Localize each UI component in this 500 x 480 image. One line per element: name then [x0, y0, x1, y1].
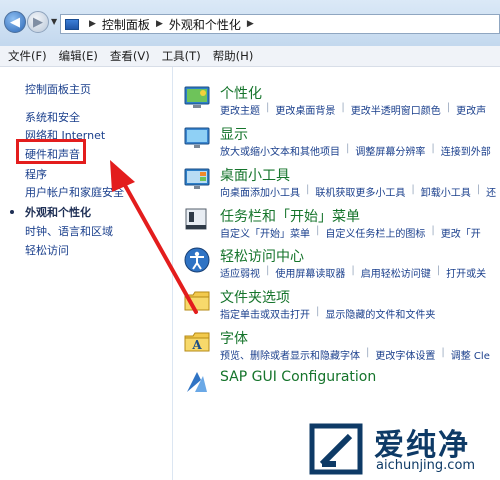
breadcrumb-separator-icon[interactable]: ▶ — [89, 19, 96, 29]
breadcrumb-appearance[interactable]: 外观和个性化 — [169, 16, 241, 33]
category-links-taskbar: 自定义「开始」菜单 | 自定义任务栏上的图标 | 更改「开 — [220, 225, 481, 240]
sidebar-item-user-accounts[interactable]: 用户帐户和家庭安全 — [25, 184, 124, 200]
control-panel-icon — [65, 18, 79, 30]
category-links-fonts: 预览、删除或者显示和隐藏字体 | 更改字体设置 | 调整 Cle — [220, 347, 490, 362]
link-restore-gadgets[interactable]: 还 — [486, 184, 496, 199]
ease-of-access-icon[interactable] — [183, 246, 211, 274]
personalization-icon[interactable] — [183, 84, 211, 112]
link-adjust-cleartype[interactable]: 调整 Cle — [451, 347, 490, 362]
link-change-sounds[interactable]: 更改声 — [456, 102, 486, 117]
sidebar-item-system-security[interactable]: 系统和安全 — [25, 109, 80, 125]
current-page-bullet-icon — [10, 210, 14, 214]
link-change-window-color[interactable]: 更改半透明窗口颜色 — [351, 102, 441, 117]
menu-tools[interactable]: 工具(T) — [156, 48, 207, 64]
link-add-gadgets[interactable]: 向桌面添加小工具 — [220, 184, 300, 199]
menu-edit[interactable]: 编辑(E) — [53, 48, 104, 64]
sidebar-item-appearance: 外观和个性化 — [25, 206, 91, 219]
category-links-ease-of-access: 适应弱视 | 使用屏幕读取器 | 启用轻松访问键 | 打开或关 — [220, 265, 487, 280]
folder-options-icon[interactable] — [183, 287, 211, 315]
category-links-personalization: 更改主题 | 更改桌面背景 | 更改半透明窗口颜色 | 更改声 — [220, 102, 487, 117]
category-title-ease-of-access[interactable]: 轻松访问中心 — [220, 246, 304, 266]
category-links-gadgets: 向桌面添加小工具 | 联机获取更多小工具 | 卸载小工具 | 还 — [220, 184, 497, 199]
link-uninstall-gadget[interactable]: 卸载小工具 — [421, 184, 471, 199]
category-title-taskbar[interactable]: 任务栏和「开始」菜单 — [220, 206, 360, 226]
link-change-start-picture[interactable]: 更改「开 — [441, 225, 481, 240]
sidebar-item-home[interactable]: 控制面板主页 — [25, 81, 91, 97]
menu-file[interactable]: 文件(F) — [0, 48, 53, 64]
breadcrumb-separator-icon[interactable]: ▶ — [156, 19, 163, 29]
link-low-vision[interactable]: 适应弱视 — [220, 265, 260, 280]
link-zoom-text[interactable]: 放大或缩小文本和其他项目 — [220, 143, 340, 158]
sidebar: 控制面板主页 系统和安全 网络和 Internet 硬件和声音 程序 用户帐户和… — [0, 67, 173, 480]
taskbar-icon[interactable] — [183, 206, 211, 234]
link-single-double-click[interactable]: 指定单击或双击打开 — [220, 306, 310, 321]
link-enable-ease-keys[interactable]: 启用轻松访问键 — [361, 265, 431, 280]
category-title-display[interactable]: 显示 — [220, 124, 248, 144]
category-title-sap-gui[interactable]: SAP GUI Configuration — [220, 369, 376, 385]
watermark-url: aichunjing.com — [376, 458, 476, 473]
category-title-gadgets[interactable]: 桌面小工具 — [220, 165, 290, 185]
breadcrumb-separator-icon[interactable]: ▶ — [247, 19, 254, 29]
link-show-hidden-files[interactable]: 显示隐藏的文件和文件夹 — [325, 306, 435, 321]
link-screen-reader[interactable]: 使用屏幕读取器 — [275, 265, 345, 280]
history-dropdown-icon[interactable]: ▼ — [51, 17, 57, 26]
sidebar-item-clock-language[interactable]: 时钟、语言和区域 — [25, 223, 113, 239]
category-title-fonts[interactable]: 字体 — [220, 328, 248, 348]
link-change-desktop-background[interactable]: 更改桌面背景 — [275, 102, 335, 117]
link-preview-fonts[interactable]: 预览、删除或者显示和隐藏字体 — [220, 347, 360, 362]
display-icon[interactable] — [183, 124, 211, 152]
category-links-display: 放大或缩小文本和其他项目 | 调整屏幕分辨率 | 连接到外部 — [220, 143, 491, 158]
back-arrow-icon: ◀ — [10, 14, 20, 30]
watermark-logo-icon — [309, 423, 363, 475]
link-connect-external[interactable]: 连接到外部 — [441, 143, 491, 158]
watermark: 爱纯净 aichunjing.com — [302, 418, 500, 480]
menu-help[interactable]: 帮助(H) — [207, 48, 260, 64]
category-title-personalization[interactable]: 个性化 — [220, 83, 262, 103]
link-customize-start-menu[interactable]: 自定义「开始」菜单 — [220, 225, 310, 240]
forward-button[interactable]: ▶ — [27, 11, 49, 33]
menu-bar: 文件(F) 编辑(E) 查看(V) 工具(T) 帮助(H) — [0, 46, 500, 67]
sap-gui-icon[interactable] — [183, 368, 211, 396]
link-adjust-resolution[interactable]: 调整屏幕分辨率 — [355, 143, 425, 158]
breadcrumb-control-panel[interactable]: 控制面板 — [102, 16, 150, 33]
gadgets-icon[interactable] — [183, 165, 211, 193]
fonts-icon[interactable]: A — [183, 328, 211, 356]
breadcrumb[interactable]: ▶ 控制面板 ▶ 外观和个性化 ▶ — [60, 14, 500, 34]
category-title-folder-options[interactable]: 文件夹选项 — [220, 287, 290, 307]
link-get-more-gadgets[interactable]: 联机获取更多小工具 — [315, 184, 405, 199]
category-links-folder-options: 指定单击或双击打开 | 显示隐藏的文件和文件夹 — [220, 306, 436, 321]
link-change-font-settings[interactable]: 更改字体设置 — [375, 347, 435, 362]
link-customize-taskbar-icons[interactable]: 自定义任务栏上的图标 — [325, 225, 425, 240]
menu-view[interactable]: 查看(V) — [104, 48, 156, 64]
annotation-highlight-box — [16, 139, 86, 164]
link-turn-on-off[interactable]: 打开或关 — [446, 265, 486, 280]
address-bar: ◀ ▶ ▼ ▶ 控制面板 ▶ 外观和个性化 ▶ — [0, 0, 500, 47]
sidebar-item-programs[interactable]: 程序 — [25, 166, 47, 182]
forward-arrow-icon: ▶ — [33, 14, 43, 30]
link-change-theme[interactable]: 更改主题 — [220, 102, 260, 117]
sidebar-item-ease-of-access[interactable]: 轻松访问 — [25, 242, 69, 258]
back-button[interactable]: ◀ — [4, 11, 26, 33]
svg-text:A: A — [191, 338, 202, 352]
